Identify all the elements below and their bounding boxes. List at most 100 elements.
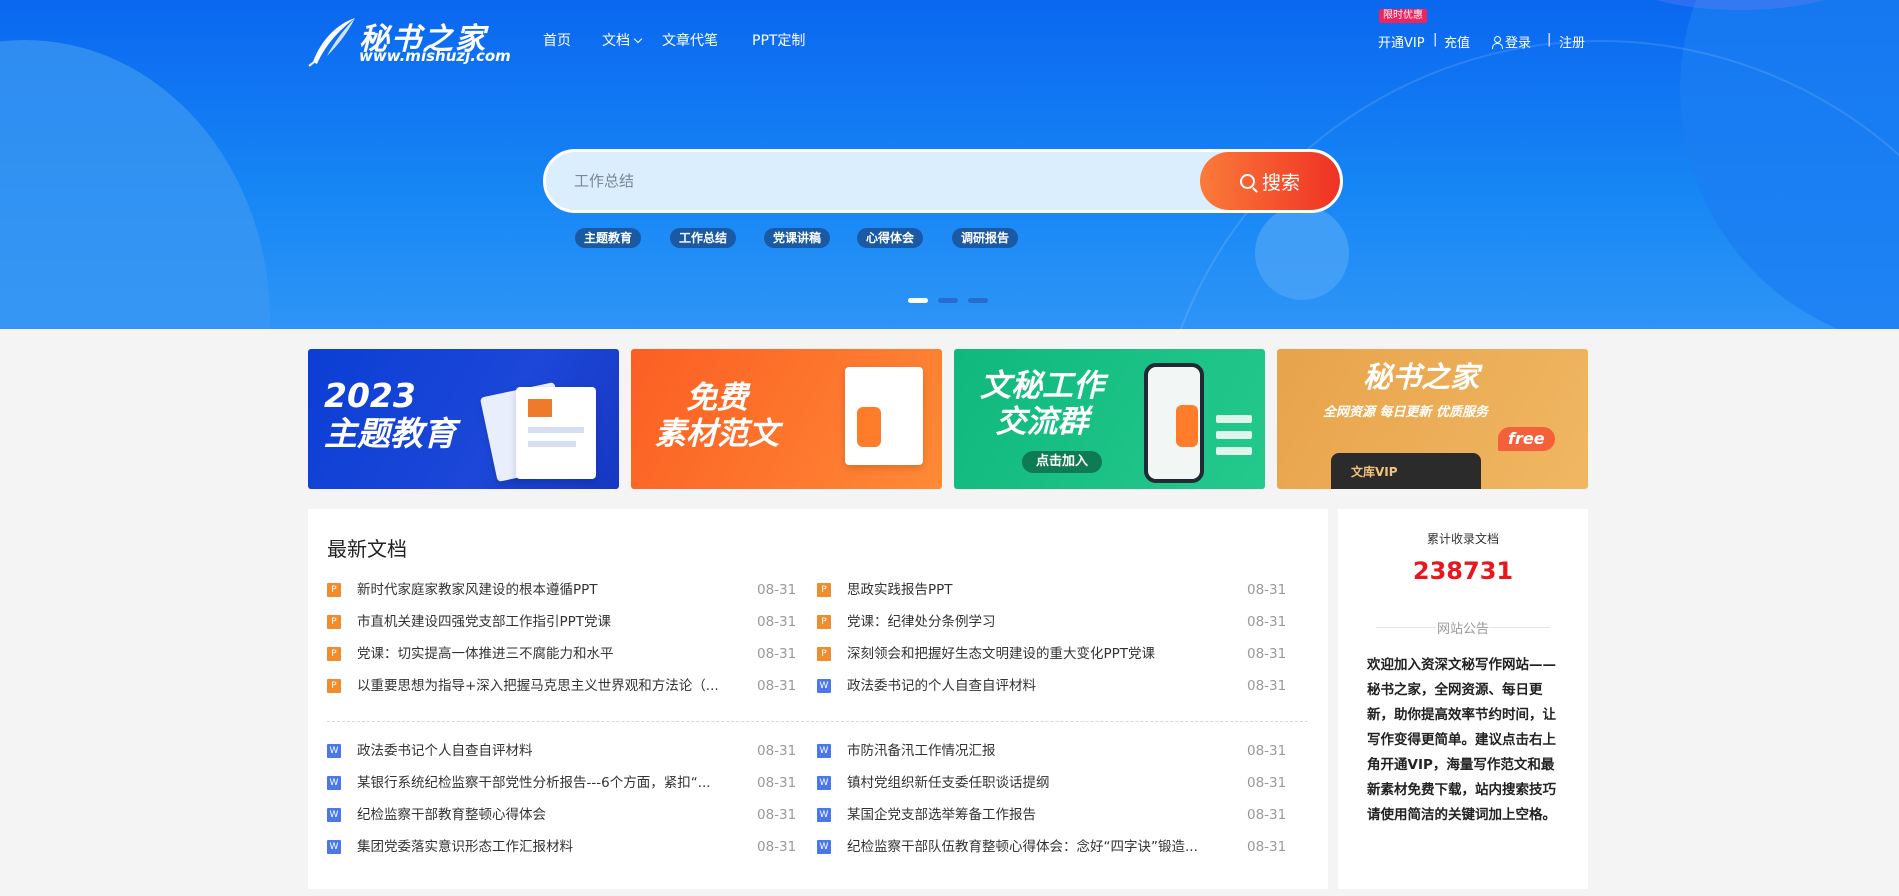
document-illustration [516,387,596,479]
doc-row[interactable]: P 党课：纪律处分条例学习 08-31 [817,613,1287,631]
doc-title[interactable]: 以重要思想为指导+深入把握马克思主义世界观和方法论（... [357,677,737,695]
doc-row[interactable]: W 某国企党支部选举筹备工作报告 08-31 [817,806,1287,824]
free-badge: free [1498,427,1555,451]
doc-row[interactable]: P 思政实践报告PPT 08-31 [817,581,1287,599]
hot-tag[interactable]: 主题教育 [575,228,642,248]
doc-date: 08-31 [757,839,797,855]
ppt-file-icon: P [817,615,831,629]
doc-row[interactable]: W 镇村党组织新任支委任职谈话提纲 08-31 [817,774,1287,792]
join-group-button[interactable]: 点击加入 [1022,451,1103,473]
hot-tag[interactable]: 党课讲稿 [764,228,831,248]
carousel-dot[interactable] [908,298,928,303]
word-file-icon: W [817,679,831,693]
site-logo[interactable]: 秘书之家 www.mishuzj.com [307,14,512,68]
separator: | [1547,32,1552,47]
banner-line: 主题教育 [324,413,456,453]
ppt-file-icon: P [327,615,341,629]
doc-title[interactable]: 新时代家庭家教家风建设的根本遵循PPT [357,581,737,599]
promo-badge: 限时优惠 [1379,9,1427,23]
login-link[interactable]: 登录 [1491,32,1531,51]
doc-row[interactable]: W 政法委书记个人自查自评材料 08-31 [327,742,797,760]
carousel-dot[interactable] [938,298,958,303]
separator: | [1433,32,1438,47]
doc-title[interactable]: 某银行系统纪检监察干部党性分析报告---6个方面，紧扣“... [357,774,737,792]
doc-row[interactable]: W 某银行系统纪检监察干部党性分析报告---6个方面，紧扣“... 08-31 [327,774,797,792]
hero-section: 秘书之家 www.mishuzj.com 首页 文档 文章代笔 PPT定制 限时… [0,0,1899,329]
latest-docs-panel: 最新文档 P 新时代家庭家教家风建设的根本遵循PPT 08-31 P 思政实践报告PPT… [308,509,1328,889]
doc-row[interactable]: W 市防汛备汛工作情况汇报 08-31 [817,742,1287,760]
word-file-icon: W [327,744,341,758]
nav-docs[interactable]: 文档 [602,30,643,50]
chevron-down-icon [633,34,643,44]
doc-date: 08-31 [757,614,797,630]
word-file-icon: W [327,776,341,790]
banner-line: 素材范文 [655,415,779,452]
banner-title: 文秘工作 交流群 [980,368,1104,440]
ppt-file-icon: P [327,647,341,661]
doc-date: 08-31 [757,743,797,759]
doc-title[interactable]: 集团党委落实意识形态工作汇报材料 [357,838,737,856]
search-button[interactable]: 搜索 [1200,152,1340,210]
doc-title[interactable]: 市防汛备汛工作情况汇报 [847,742,1227,760]
carousel-dot[interactable] [968,298,988,303]
doc-row[interactable]: W 集团党委落实意识形态工作汇报材料 08-31 [327,838,797,856]
doc-image-block [528,399,552,417]
notice-text: 欢迎加入资深文秘写作网站——秘书之家，全网资源、每日更新，助你提高效率节约时间，… [1367,657,1556,823]
banner-title: 免费 素材范文 [655,380,779,452]
doc-date: 08-31 [1247,678,1287,694]
chat-bar [1216,431,1252,439]
doc-title[interactable]: 某国企党支部选举筹备工作报告 [847,806,1227,824]
hot-tag[interactable]: 工作总结 [670,228,737,248]
doc-row[interactable]: P 党课：切实提高一体推进三不腐能力和水平 08-31 [327,645,797,663]
banner-line: 2023 [324,376,416,415]
nav-home[interactable]: 首页 [543,30,571,50]
stats-notice-panel: 累计收录文档 238731 网站公告 欢迎加入资深文秘写作网站——秘书之家，全网… [1338,509,1588,889]
word-file-icon: W [817,808,831,822]
nav-ghostwriting[interactable]: 文章代笔 [662,30,718,50]
recharge-link[interactable]: 充值 [1444,32,1470,51]
banner-subtitle: 全网资源 每日更新 优质服务 [1323,405,1489,420]
doc-title[interactable]: 党课：纪律处分条例学习 [847,613,1227,631]
doc-title[interactable]: 政法委书记个人自查自评材料 [357,742,737,760]
doc-row[interactable]: P 以重要思想为指导+深入把握马克思主义世界观和方法论（... 08-31 [327,677,797,695]
banner-secretary-group[interactable]: 文秘工作 交流群 点击加入 [954,349,1265,489]
doc-date: 08-31 [1247,775,1287,791]
person-illustration [857,407,881,447]
word-file-icon: W [327,808,341,822]
doc-title[interactable]: 思政实践报告PPT [847,581,1227,599]
person-illustration [1176,405,1198,447]
nav-ppt[interactable]: PPT定制 [752,30,805,50]
doc-row[interactable]: P 深刻领会和把握好生态文明建设的重大变化PPT党课 08-31 [817,645,1287,663]
banner-vip-service[interactable]: 秘书之家 全网资源 每日更新 优质服务 文库VIP free [1277,349,1588,489]
ppt-file-icon: P [817,647,831,661]
doc-title[interactable]: 纪检监察干部教育整顿心得体会 [357,806,737,824]
vip-card: 文库VIP [1331,453,1481,489]
banner-theme-education[interactable]: 2023 主题教育 [308,349,619,489]
search-button-label: 搜索 [1261,171,1300,194]
register-link[interactable]: 注册 [1559,32,1585,51]
banner-free-materials[interactable]: 免费 素材范文 [631,349,942,489]
banner-line: 交流群 [995,403,1089,440]
search-input[interactable] [574,152,1174,210]
doc-title[interactable]: 政法委书记的个人自查自评材料 [847,677,1227,695]
doc-row[interactable]: W 纪检监察干部队伍教育整顿心得体会：念好“四字诀”锻造... 08-31 [817,838,1287,856]
doc-title[interactable]: 党课：切实提高一体推进三不腐能力和水平 [357,645,737,663]
hot-tag[interactable]: 心得体会 [857,228,924,248]
section-title: 最新文档 [327,537,407,561]
divider [327,721,1308,722]
vip-link[interactable]: 开通VIP [1378,32,1425,51]
doc-row[interactable]: P 新时代家庭家教家风建设的根本遵循PPT 08-31 [327,581,797,599]
doc-date: 08-31 [757,678,797,694]
doc-row[interactable]: W 纪检监察干部教育整顿心得体会 08-31 [327,806,797,824]
doc-title[interactable]: 深刻领会和把握好生态文明建设的重大变化PPT党课 [847,645,1227,663]
doc-row[interactable]: W 政法委书记的个人自查自评材料 08-31 [817,677,1287,695]
doc-title[interactable]: 纪检监察干部队伍教育整顿心得体会：念好“四字诀”锻造... [847,838,1227,856]
doc-date: 08-31 [757,775,797,791]
hot-tag[interactable]: 调研报告 [952,228,1019,248]
logo-url: www.mishuzj.com [359,47,511,65]
doc-title[interactable]: 市直机关建设四强党支部工作指引PPT党课 [357,613,737,631]
doc-title[interactable]: 镇村党组织新任支委任职谈话提纲 [847,774,1227,792]
doc-count-value: 238731 [1412,557,1514,585]
search-bar: 搜索 [543,149,1343,213]
doc-row[interactable]: P 市直机关建设四强党支部工作指引PPT党课 08-31 [327,613,797,631]
